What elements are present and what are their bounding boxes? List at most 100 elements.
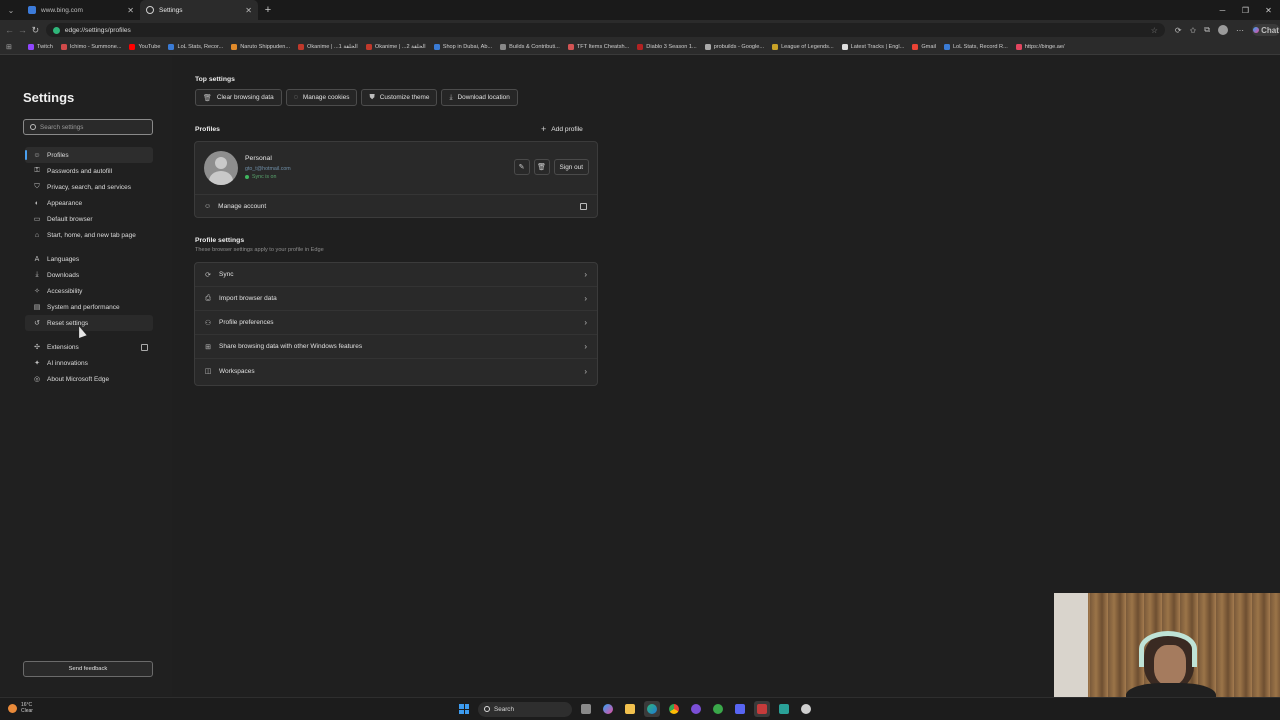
chrome-icon[interactable] [666,701,682,717]
home-icon: ⌂ [34,231,40,239]
sidebar-item-passwords-and-autofill[interactable]: ⚿ Passwords and autofill [25,163,153,179]
game-launcher-icon[interactable] [754,701,770,717]
sidebar-item-start-home-and-new-tab-page[interactable]: ⌂ Start, home, and new tab page [25,227,153,243]
weather-widget[interactable]: 16°C Clear [8,702,33,714]
new-tab-button[interactable]: + [258,0,278,20]
page-title: Settings [23,90,75,105]
refresh-icon[interactable]: ↻ [29,25,42,36]
bookmark-favicon-icon [365,44,372,50]
tab-actions-chevron-icon[interactable]: ⌄ [0,0,22,20]
sidebar-item-about-microsoft-edge[interactable]: ◎ About Microsoft Edge [25,371,153,387]
sidebar-item-reset-settings[interactable]: ↺ Reset settings [25,315,153,331]
bookmark-item[interactable]: Naruto Shippuden... [227,44,294,50]
top-setting-manage-cookies-button[interactable]: ◌ Manage cookies [285,89,358,106]
sign-out-button[interactable]: Sign out [553,159,589,175]
bookmark-label: Ichimo - Summone... [69,44,122,50]
profile-avatar-icon[interactable] [1218,25,1228,35]
sidebar-item-label: Passwords and autofill [47,167,113,175]
edge-taskbar-icon[interactable] [644,701,660,717]
apps-icon[interactable]: ⊞ [6,43,24,51]
system-icon: ▤ [33,304,41,311]
sidebar-item-ai-innovations[interactable]: ✦ AI innovations [25,355,153,371]
sidebar-item-appearance[interactable]: ◐ Appearance [25,195,153,211]
bookmark-item[interactable]: Okanime | ...2 الحلقة [362,44,430,50]
bookmark-label: League of Legends... [781,44,834,50]
bookmark-item[interactable]: Okanime | ...1 الحلقة [294,44,362,50]
bookmark-favicon-icon [60,44,67,50]
profile-setting-row[interactable]: ⊞ Share browsing data with other Windows … [195,335,597,359]
trash-icon: 🗑 [203,94,212,102]
close-window-icon[interactable]: ✕ [1257,0,1280,20]
manage-account-label: Manage account [218,202,267,210]
bookmark-item[interactable]: Ichimo - Summone... [57,44,126,50]
sidebar-item-profiles[interactable]: ☺ Profiles [25,147,153,163]
sidebar-item-accessibility[interactable]: ✧ Accessibility [25,283,153,299]
bookmark-item[interactable]: Builds & Contributi... [496,44,564,50]
start-button[interactable] [456,701,472,717]
app-teal-icon[interactable] [776,701,792,717]
bookmark-item[interactable]: LoL Stats, Record R... [940,44,1012,50]
sidebar-item-privacy-search-and-services[interactable]: ⛉ Privacy, search, and services [25,179,153,195]
favorites-icon[interactable]: ✩ [1190,26,1197,35]
bookmark-item[interactable]: https://binge.ae/ [1012,44,1069,50]
maximize-icon[interactable]: ❐ [1234,0,1257,20]
bookmark-item[interactable]: probuilds - Google... [701,44,768,50]
bookmark-item[interactable]: League of Legends... [768,44,838,50]
delete-profile-button[interactable]: 🗑 [533,159,550,175]
address-bar[interactable]: edge://settings/profiles ☆ [45,23,1165,37]
app-purple-icon[interactable] [688,701,704,717]
xbox-icon[interactable] [710,701,726,717]
more-menu-icon[interactable]: ⋯ [1236,26,1244,35]
top-setting-clear-browsing-data-button[interactable]: 🗑 Clear browsing data [195,89,282,106]
sync-status-text: Sync is on [252,174,277,180]
bookmark-item[interactable]: Diablo 3 Season 1... [633,44,700,50]
search-input[interactable] [40,123,140,131]
bookmark-label: Gmail [921,44,936,50]
sidebar-item-downloads[interactable]: ⤓ Downloads [25,267,153,283]
tab-bing[interactable]: www.bing.com ✕ [22,0,140,20]
sidebar-item-default-browser[interactable]: ▭ Default browser [25,211,153,227]
chevron-right-icon: › [584,342,587,351]
discord-icon[interactable] [732,701,748,717]
profile-setting-row[interactable]: ◫ Workspaces › [195,359,597,383]
profile-setting-row[interactable]: ⟳ Sync › [195,263,597,287]
profile-setting-row[interactable]: ⚇ Profile preferences › [195,311,597,335]
favorite-star-icon[interactable]: ☆ [1151,26,1158,35]
tab-settings[interactable]: Settings ✕ [140,0,258,20]
minimize-icon[interactable]: ─ [1211,0,1234,20]
edit-profile-button[interactable]: ✎ [513,159,530,175]
top-setting-customize-theme-button[interactable]: ⛊ Customize theme [361,89,438,106]
file-explorer-icon[interactable] [622,701,638,717]
bookmark-item[interactable]: Twitch [24,44,57,50]
taskbar-search[interactable]: Search [478,701,572,717]
manage-account-row[interactable]: ☺ Manage account [204,198,587,214]
search-settings-box[interactable] [23,119,153,135]
bookmark-item[interactable]: TFT Items Cheatsh... [564,44,633,50]
close-tab-icon[interactable]: ✕ [245,6,252,15]
edge-icon: ◎ [33,376,41,383]
extensions-icon[interactable]: ⟳ [1175,26,1182,35]
copilot-taskbar-icon[interactable] [600,701,616,717]
bookmark-item[interactable]: LoL Stats, Recor... [164,44,227,50]
sidebar-item-languages[interactable]: A Languages [25,251,153,267]
bookmark-item[interactable]: Shop in Dubai, Ab... [430,44,496,50]
app-gray-icon[interactable] [798,701,814,717]
sidebar-item-system-and-performance[interactable]: ▤ System and performance [25,299,153,315]
language-icon: A [34,255,40,263]
top-setting-download-location-button[interactable]: ⤓ Download location [441,89,518,106]
add-profile-button[interactable]: + Add profile [541,124,583,134]
collections-icon[interactable]: ⧉ [1204,25,1210,35]
bookmark-item[interactable]: Gmail [908,44,940,50]
back-icon[interactable]: ← [3,25,16,35]
copilot-button[interactable]: Chat [1252,24,1280,36]
bookmark-item[interactable]: YouTube [125,44,164,50]
taskbar: 16°C Clear Search [0,697,1280,720]
close-tab-icon[interactable]: ✕ [127,6,134,15]
bookmark-label: LoL Stats, Record R... [952,44,1008,50]
forward-icon[interactable]: → [16,25,29,35]
bookmark-item[interactable]: Latest Tracks | Engl... [838,44,909,50]
sidebar-item-extensions[interactable]: ✣ Extensions [25,339,153,355]
profile-setting-row[interactable]: ⎙ Import browser data › [195,287,597,311]
task-view-icon[interactable] [578,701,594,717]
send-feedback-button[interactable]: Send feedback [23,661,153,677]
